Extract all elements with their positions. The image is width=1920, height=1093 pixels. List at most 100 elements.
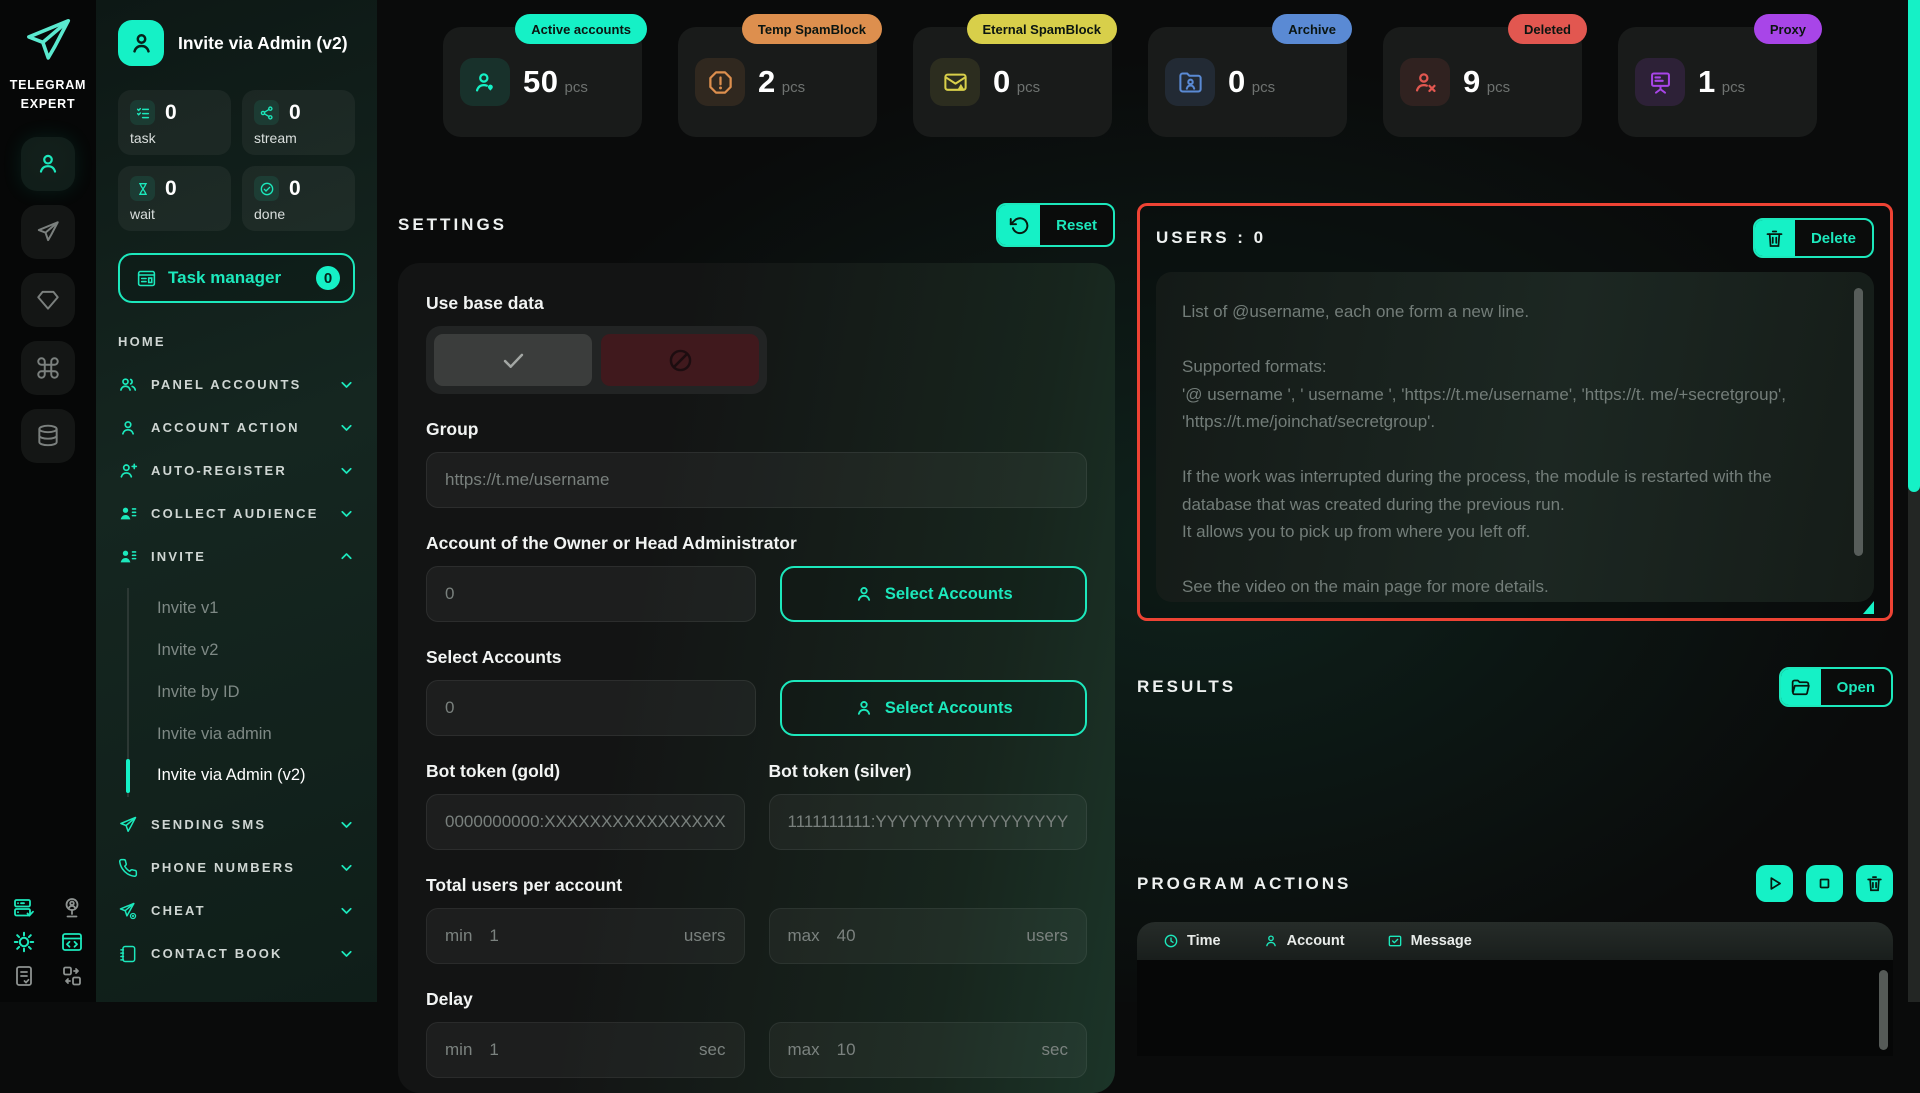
column-label: Account — [1287, 933, 1345, 949]
rail-sender-button[interactable] — [21, 205, 75, 259]
program-actions-header-row: PROGRAM ACTIONS — [1137, 865, 1893, 902]
stat-label: wait — [130, 206, 219, 222]
sidebar-item-sending-sms[interactable]: SENDING SMS — [118, 813, 355, 836]
sidebar-item-cheat[interactable]: CHEAT — [118, 899, 355, 922]
use-base-data-toggle — [426, 326, 767, 394]
task-list-icon — [130, 100, 155, 125]
invite-submenu: Invite v1 Invite v2 Invite by ID Invite … — [127, 588, 355, 797]
open-label: Open — [1821, 669, 1891, 705]
code-window-icon[interactable] — [55, 930, 89, 954]
owner-account-input[interactable] — [426, 566, 756, 622]
sidebar-item-phone-numbers[interactable]: PHONE NUMBERS — [118, 856, 355, 879]
settings-form-card: Use base data Group Account of the Owner… — [398, 263, 1115, 1093]
sidebar-item-label: COLLECT AUDIENCE — [151, 506, 319, 521]
rail-gem-button[interactable] — [21, 273, 75, 327]
task-manager-badge: 0 — [316, 266, 340, 290]
sec-unit: sec — [1042, 1040, 1068, 1060]
sidebar-item-collect-audience[interactable]: COLLECT AUDIENCE — [118, 502, 355, 525]
delay-max-value: 10 — [837, 1040, 856, 1060]
document-check-icon[interactable] — [7, 964, 41, 988]
play-button[interactable] — [1756, 865, 1793, 902]
clear-log-button[interactable] — [1856, 865, 1893, 902]
check-circle-icon — [254, 176, 279, 201]
sidebar-item-home[interactable]: HOME — [118, 330, 355, 353]
users-textarea-scrollbar[interactable] — [1854, 288, 1863, 556]
sidebar-item-label: PHONE NUMBERS — [151, 860, 295, 875]
bot-token-silver-input[interactable] — [769, 794, 1088, 850]
delay-min-field[interactable]: min 1 sec — [426, 1022, 745, 1078]
bot-token-gold-input[interactable] — [426, 794, 745, 850]
total-users-max-field[interactable]: max 40 users — [769, 908, 1088, 964]
use-base-data-deny-button[interactable] — [601, 334, 759, 386]
module-header: Invite via Admin (v2) — [118, 20, 355, 66]
select-accounts-input[interactable] — [426, 680, 756, 736]
stat-wait: 0 wait — [118, 166, 231, 231]
select-accounts-button[interactable]: Select Accounts — [780, 680, 1088, 736]
results-header-row: RESULTS Open — [1137, 667, 1893, 707]
status-unit: pcs — [782, 79, 805, 96]
swap-icon[interactable] — [55, 964, 89, 988]
page-title: Invite via Admin (v2) — [178, 32, 350, 55]
submenu-invite-via-admin-v2[interactable]: Invite via Admin (v2) — [129, 755, 355, 797]
sidebar-item-account-action[interactable]: ACCOUNT ACTION — [118, 416, 355, 439]
person-station-icon[interactable] — [55, 896, 89, 920]
status-pill: Temp SpamBlock — [742, 14, 882, 44]
person-lines-icon — [118, 547, 138, 567]
people-icon — [118, 375, 138, 395]
chevron-down-icon — [338, 462, 355, 479]
min-prefix: min — [445, 1040, 472, 1060]
rail-command-button[interactable] — [21, 341, 75, 395]
total-users-min-field[interactable]: min 1 users — [426, 908, 745, 964]
reset-button[interactable]: Reset — [996, 203, 1115, 247]
delete-users-button[interactable]: Delete — [1753, 218, 1874, 258]
submenu-invite-via-admin[interactable]: Invite via admin — [129, 714, 355, 756]
task-manager-button[interactable]: Task manager 0 — [118, 253, 355, 303]
gear-icon[interactable] — [7, 930, 41, 954]
person-plus-icon — [118, 461, 138, 481]
rail-accounts-button[interactable] — [21, 137, 75, 191]
page-scrollbar[interactable] — [1908, 0, 1920, 1002]
sidebar-item-contact-book[interactable]: CONTACT BOOK — [118, 942, 355, 965]
sidebar-item-invite[interactable]: INVITE — [118, 545, 355, 568]
server-check-icon[interactable] — [7, 896, 41, 920]
select-owner-accounts-button[interactable]: Select Accounts — [780, 566, 1088, 622]
program-actions-table: Time Account Message — [1137, 922, 1893, 1056]
stat-done: 0 done — [242, 166, 355, 231]
sidebar-item-auto-register[interactable]: AUTO-REGISTER — [118, 459, 355, 482]
users-textarea[interactable]: List of @username, each one form a new l… — [1156, 272, 1874, 602]
use-base-data-confirm-button[interactable] — [434, 334, 592, 386]
sidebar-item-panel-accounts[interactable]: PANEL ACCOUNTS — [118, 373, 355, 396]
delay-max-field[interactable]: max 10 sec — [769, 1022, 1088, 1078]
page-scrollbar-thumb[interactable] — [1908, 0, 1920, 492]
chevron-up-icon — [338, 548, 355, 565]
stat-label: done — [254, 206, 343, 222]
rail-database-button[interactable] — [21, 409, 75, 463]
status-value: 0 — [993, 64, 1011, 100]
stop-button[interactable] — [1806, 865, 1843, 902]
rotate-ccw-icon — [998, 205, 1040, 245]
users-unit: users — [1026, 926, 1068, 946]
submenu-invite-by-id[interactable]: Invite by ID — [129, 672, 355, 714]
submenu-invite-v1[interactable]: Invite v1 — [129, 588, 355, 630]
submenu-invite-v2[interactable]: Invite v2 — [129, 630, 355, 672]
settings-title: SETTINGS — [398, 215, 507, 235]
paper-plane-icon — [118, 815, 138, 835]
task-manager-label: Task manager — [168, 268, 281, 288]
bot-token-gold-label: Bot token (gold) — [426, 761, 745, 782]
sidebar-item-label: CHEAT — [151, 903, 206, 918]
person-icon — [854, 698, 874, 718]
app-root: TELEGRAM EXPERT — [0, 0, 1920, 1002]
sec-unit: sec — [699, 1040, 725, 1060]
open-results-button[interactable]: Open — [1779, 667, 1893, 707]
users-panel: USERS : 0 Delete List of @username, each… — [1137, 203, 1893, 621]
right-column: USERS : 0 Delete List of @username, each… — [1137, 203, 1893, 1093]
max-prefix: max — [788, 926, 820, 946]
group-input[interactable] — [426, 452, 1087, 508]
status-card-temp-spamblock: Temp SpamBlock 2pcs — [678, 27, 877, 137]
status-cards-row: Active accounts 50pcs Temp SpamBlock 2pc… — [443, 27, 1920, 137]
stop-icon — [1815, 874, 1834, 893]
total-users-max-value: 40 — [837, 926, 856, 946]
users-textarea-resize-grip[interactable] — [1863, 601, 1874, 614]
status-card-eternal-spamblock: Eternal SpamBlock 0pcs — [913, 27, 1112, 137]
program-actions-scrollbar[interactable] — [1879, 970, 1888, 1050]
